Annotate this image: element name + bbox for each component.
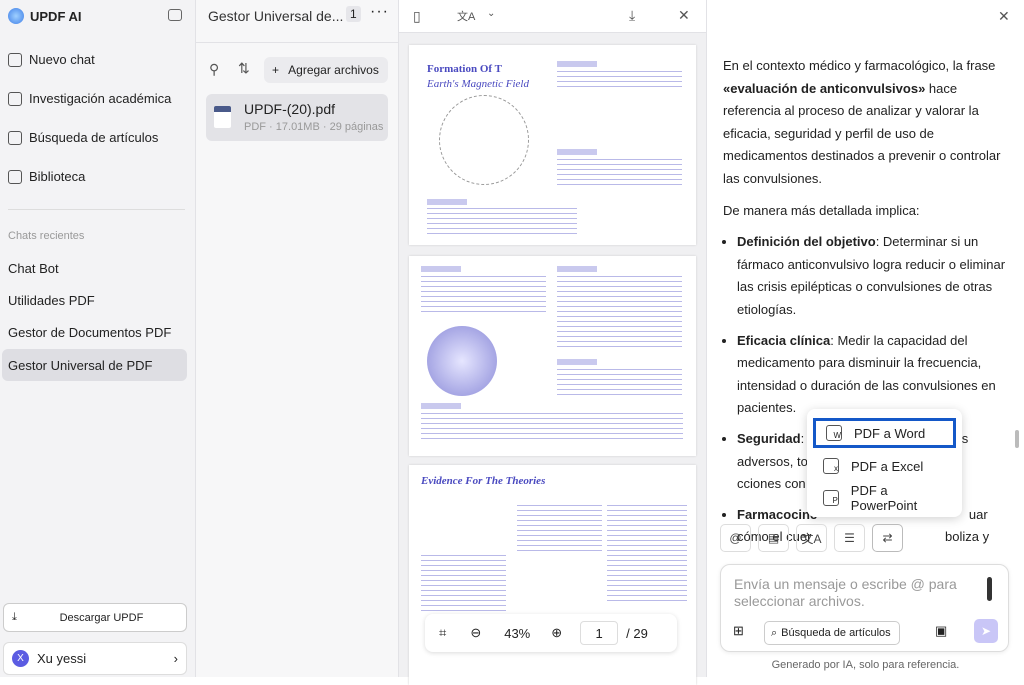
page-title: Evidence For The Theories [421, 475, 546, 487]
sidebar-toggle-icon[interactable]: ▯ [413, 8, 421, 25]
nav-label: Búsqueda de artículos [29, 130, 159, 145]
menu-item-pdf-to-powerpoint[interactable]: P PDF a PowerPoint [813, 483, 956, 513]
more-options-icon[interactable]: ··· [370, 3, 389, 21]
add-files-label: Agregar archivos [288, 62, 379, 77]
crop-icon[interactable]: ⌗ [439, 625, 446, 641]
file-panel: Gestor Universal de... 1 ··· ⚲ ⇅ + Agrega… [196, 0, 399, 677]
sidebar: UPDF AI Nuevo chat Investigación académi… [0, 0, 196, 677]
response-detail: De manera más detallada implica: [723, 202, 920, 218]
recent-chat-item-active[interactable]: Gestor Universal de PDF [2, 349, 187, 381]
menu-item-pdf-to-excel[interactable]: x PDF a Excel [813, 451, 956, 481]
edit-icon [8, 52, 22, 67]
article-search-label: Búsqueda de artículos [781, 627, 891, 639]
chevron-down-icon[interactable]: ⌄ [487, 8, 495, 19]
close-icon[interactable]: ✕ [678, 7, 690, 24]
explain-icon[interactable]: ☰ [834, 524, 865, 552]
nav-label: Nuevo chat [29, 52, 95, 67]
viewer-toolbar: ▯ 文A ⌄ ⤓ ✕ [399, 0, 706, 33]
search-doc-icon: ⌕ [771, 626, 778, 639]
recent-chat-item[interactable]: Chat Bot [2, 252, 187, 284]
recent-chat-item[interactable]: Utilidades PDF [2, 284, 187, 316]
convert-icon[interactable]: ⇄ [872, 524, 903, 552]
download-updf-button[interactable]: ⤓ Descargar UPDF [3, 603, 187, 632]
app-title: UPDF AI [30, 8, 82, 24]
message-placeholder: Envía un mensaje o escribe @ para selecc… [734, 576, 957, 609]
divider [196, 42, 398, 43]
avatar: X [12, 650, 29, 667]
user-name: Xu yessi [37, 651, 87, 666]
pdf-page: Evidence For The Theories [409, 465, 696, 685]
translate-icon[interactable]: 文A [796, 524, 827, 552]
scrollbar[interactable] [1015, 430, 1019, 448]
library-icon [8, 169, 22, 184]
globe-figure [427, 326, 497, 396]
send-button[interactable]: ➤ [974, 619, 998, 643]
plus-icon: + [272, 62, 280, 77]
ai-disclaimer: Generado por IA, solo para referencia. [771, 659, 960, 671]
zoom-out-icon[interactable]: ⊖ [470, 625, 481, 641]
user-account[interactable]: X Xu yessi › [3, 642, 187, 675]
translate-icon[interactable]: 文A [457, 8, 475, 24]
file-meta: PDF · 17.01MB · 29 páginas [244, 121, 384, 133]
pdf-page [409, 256, 696, 456]
recent-chat-item[interactable]: Gestor de Documentos PDF [2, 316, 187, 348]
updf-logo-icon [8, 8, 24, 24]
nav-new-chat[interactable]: Nuevo chat [8, 52, 95, 67]
add-files-button[interactable]: + Agregar archivos [264, 57, 388, 83]
input-scrollbar[interactable] [987, 577, 992, 601]
menu-label: PDF a PowerPoint [850, 483, 918, 513]
file-panel-title: Gestor Universal de... [208, 8, 344, 24]
message-input[interactable]: Envía un mensaje o escribe @ para selecc… [720, 564, 1009, 652]
divider [8, 209, 185, 210]
collapse-sidebar-icon[interactable] [168, 9, 182, 21]
zoom-in-icon[interactable]: ⊕ [551, 625, 562, 641]
summarize-icon[interactable]: ▤ [758, 524, 789, 552]
magnetic-field-figure [439, 95, 529, 185]
zoom-level[interactable]: 43% [493, 621, 541, 645]
megaphone-icon [8, 91, 22, 106]
nav-label: Biblioteca [29, 169, 86, 184]
mention-icon[interactable]: @ [720, 524, 751, 552]
search-doc-icon [8, 130, 22, 145]
page-total: / 29 [626, 625, 648, 641]
menu-item-pdf-to-word[interactable]: W PDF a Word [813, 418, 956, 448]
excel-icon: x [823, 458, 839, 474]
list-item: Definición del objetivo: Determinar si u… [737, 231, 1008, 321]
page-subtitle: Earth's Magnetic Field [427, 78, 529, 90]
nav-library[interactable]: Biblioteca [8, 169, 85, 184]
pdf-viewer: ▯ 文A ⌄ ⤓ ✕ Formation Of T Earth's Magnet… [399, 0, 707, 685]
file-count-badge: 1 [346, 6, 361, 22]
convert-menu: W PDF a Word x PDF a Excel P PDF a PowerPoi… [807, 409, 962, 517]
recent-chats-header: Chats recientes [8, 230, 85, 242]
apps-icon[interactable]: ⊞ [733, 623, 744, 639]
app-logo: UPDF AI [8, 8, 82, 24]
file-name: UPDF-(20).pdf [244, 101, 336, 117]
menu-label: PDF a Word [854, 425, 926, 441]
download-icon[interactable]: ⤓ [629, 7, 635, 24]
image-upload-icon[interactable]: ▣ [935, 623, 947, 639]
page-number-input[interactable]: 1 [580, 621, 619, 645]
nav-article-search[interactable]: Búsqueda de artículos [8, 130, 158, 145]
pdf-page: Formation Of T Earth's Magnetic Field [409, 45, 696, 245]
list-item: Eficacia clínica: Medir la capacidad del… [737, 330, 1008, 420]
chat-tools: @ ▤ 文A ☰ ⇄ [720, 524, 903, 552]
close-icon[interactable]: ✕ [998, 8, 1010, 25]
search-icon[interactable]: ⚲ [209, 61, 219, 78]
download-label: Descargar UPDF [59, 611, 144, 624]
page-title: Formation Of T [427, 63, 502, 75]
powerpoint-icon: P [823, 490, 839, 506]
nav-label: Investigación académica [29, 91, 172, 106]
article-search-button[interactable]: ⌕ Búsqueda de artículos [764, 621, 900, 645]
word-icon: W [826, 425, 842, 441]
menu-label: PDF a Excel [851, 458, 924, 474]
sort-icon[interactable]: ⇅ [238, 60, 250, 77]
response-intro: En el contexto médico y farmacológico, l… [723, 58, 1001, 186]
file-item[interactable]: UPDF-(20).pdf PDF · 17.01MB · 29 páginas [206, 94, 388, 141]
pdf-file-icon [214, 106, 231, 128]
chevron-right-icon: › [173, 651, 178, 666]
page-navigation-bar: ⌗ ⊖ 43% ⊕ 1 / 29 [425, 614, 677, 652]
nav-academic-research[interactable]: Investigación académica [8, 91, 171, 106]
